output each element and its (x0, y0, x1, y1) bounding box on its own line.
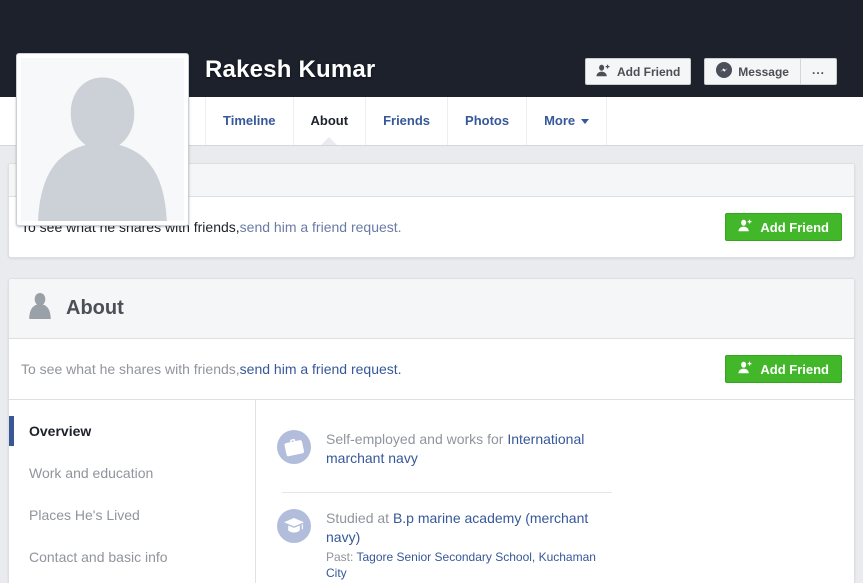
education-entry-text: Studied at B.p marine academy (merchant … (326, 509, 598, 581)
avatar-silhouette (21, 58, 184, 221)
work-entry-text: Self-employed and works for Internationa… (326, 430, 598, 468)
message-button[interactable]: Message (705, 59, 800, 84)
send-friend-request-link[interactable]: send him a friend request. (240, 219, 402, 235)
education-prefix: Studied at (326, 510, 393, 526)
past-prefix: Past: (326, 550, 356, 564)
chevron-down-icon (581, 119, 589, 124)
tab-friends[interactable]: Friends (365, 97, 447, 145)
add-friend-label: Add Friend (760, 362, 829, 377)
education-past-line: Past: Tagore Senior Secondary School, Ku… (326, 549, 598, 581)
briefcase-icon (277, 430, 311, 464)
send-friend-request-link[interactable]: send him a friend request. (240, 361, 402, 377)
sidebar-item-places-lived[interactable]: Places He's Lived (9, 494, 255, 536)
person-plus-icon (738, 361, 753, 377)
person-plus-icon (596, 64, 611, 80)
past-school-link[interactable]: Tagore Senior Secondary School, Kuchaman… (326, 550, 596, 580)
about-friend-request-row: To see what he shares with friends, send… (9, 339, 854, 400)
about-section-title: About (66, 297, 124, 320)
add-friend-button-green[interactable]: Add Friend (725, 213, 842, 241)
add-friend-button[interactable]: Add Friend (585, 58, 691, 85)
about-content: Overview Work and education Places He's … (9, 400, 854, 583)
graduation-cap-icon (277, 509, 311, 543)
tab-timeline[interactable]: Timeline (205, 97, 293, 145)
add-friend-button-green[interactable]: Add Friend (725, 355, 842, 383)
work-entry: Self-employed and works for Internationa… (277, 430, 834, 468)
cover-actions: Add Friend Message ... (585, 58, 837, 85)
message-label: Message (738, 65, 789, 79)
education-entry: Studied at B.p marine academy (merchant … (277, 509, 834, 581)
add-friend-label: Add Friend (617, 65, 680, 79)
entry-divider (282, 492, 612, 493)
profile-tabbar: Timeline About Friends Photos More (0, 97, 863, 146)
person-icon (29, 293, 51, 324)
sidebar-item-contact-basic-info[interactable]: Contact and basic info (9, 536, 255, 578)
work-prefix: Self-employed and works for (326, 431, 507, 447)
ellipsis-icon: ... (812, 63, 825, 77)
profile-picture[interactable] (16, 53, 189, 226)
sidebar-item-work-education[interactable]: Work and education (9, 452, 255, 494)
tab-more[interactable]: More (526, 97, 607, 145)
message-button-group: Message ... (704, 58, 837, 85)
sidebar-item-overview[interactable]: Overview (9, 410, 255, 452)
messenger-icon (716, 62, 732, 81)
friend-request-text: To see what he shares with friends, (21, 361, 240, 377)
about-main-panel: Self-employed and works for Internationa… (256, 400, 854, 583)
add-friend-label: Add Friend (760, 220, 829, 235)
about-card: About To see what he shares with friends… (8, 278, 855, 583)
tab-photos[interactable]: Photos (447, 97, 526, 145)
person-plus-icon (738, 219, 753, 235)
tab-about[interactable]: About (293, 97, 366, 145)
about-card-header: About (9, 279, 854, 339)
about-sidebar: Overview Work and education Places He's … (9, 400, 256, 583)
more-options-button[interactable]: ... (800, 59, 836, 84)
profile-name: Rakesh Kumar (205, 56, 375, 84)
